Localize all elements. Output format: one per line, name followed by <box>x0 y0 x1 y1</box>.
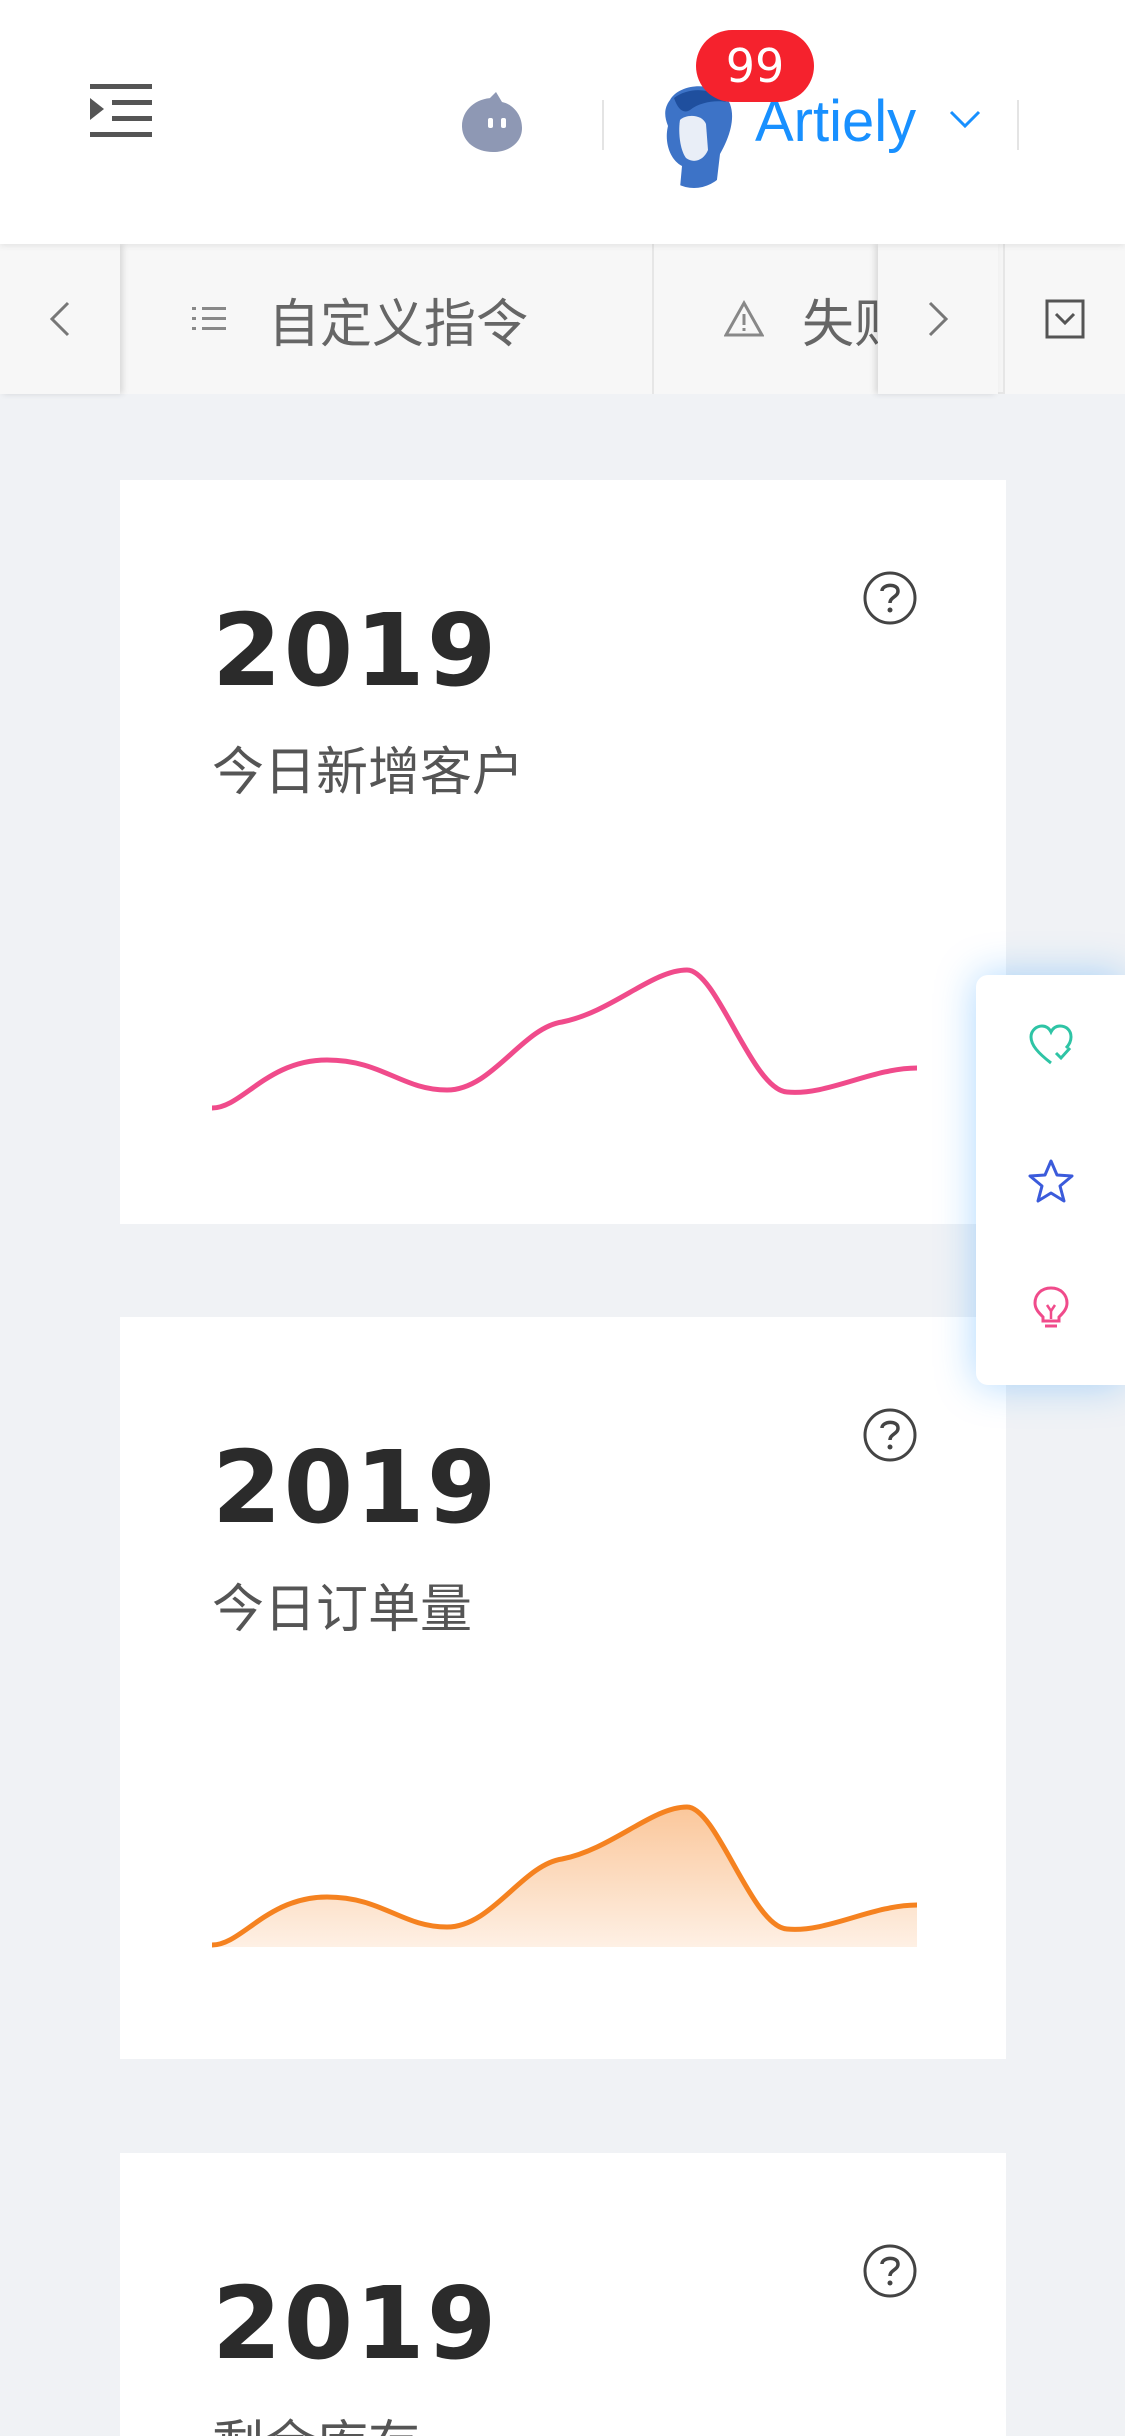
question-circle-icon[interactable] <box>862 1407 918 1463</box>
stat-value: 2019 <box>212 1429 499 1546</box>
floating-action-panel <box>976 975 1125 1385</box>
tabs-scroll-left-button[interactable] <box>0 244 120 394</box>
tab-custom-command[interactable]: 自定义指令 <box>120 244 654 394</box>
header-divider <box>602 100 604 150</box>
check-square-icon <box>1045 299 1085 339</box>
menu-unfold-icon[interactable] <box>88 78 160 150</box>
warning-icon <box>724 299 764 337</box>
area-sparkline-chart <box>212 1804 917 1948</box>
star-icon[interactable] <box>1028 1158 1074 1204</box>
stat-card-orders: 2019 今日订单量 <box>120 1317 1006 2059</box>
stat-value: 2019 <box>212 2265 499 2382</box>
stat-card-inventory: 2019 剩余库存 <box>120 2153 1006 2436</box>
top-header: 99 Artiely <box>0 0 1125 244</box>
header-divider <box>1017 100 1019 150</box>
sparkline-line <box>212 967 917 1111</box>
tabs-viewport: 自定义指令 失败 <box>120 244 878 394</box>
chevron-right-icon <box>928 301 949 337</box>
chevron-down-icon[interactable] <box>948 108 982 132</box>
tab-failure[interactable]: 失败 <box>654 244 878 394</box>
question-circle-icon[interactable] <box>862 2243 918 2299</box>
stat-label: 今日新增客户 <box>212 743 525 803</box>
tabs-scroll-right-button[interactable] <box>878 244 998 394</box>
stat-card-new-customers: 2019 今日新增客户 <box>120 480 1006 1224</box>
question-circle-icon[interactable] <box>862 570 918 626</box>
bot-icon[interactable] <box>458 90 528 160</box>
stat-label: 剩余库存 <box>212 2403 420 2436</box>
sparkline-chart <box>212 967 917 1111</box>
tab-label: 失败 <box>802 294 878 355</box>
unordered-list-icon <box>192 307 226 330</box>
stat-label: 今日订单量 <box>212 1580 473 1640</box>
chevron-left-icon <box>49 301 70 337</box>
tabs-bar: 自定义指令 失败 <box>0 244 1125 394</box>
notification-badge: 99 <box>696 30 814 102</box>
stat-value: 2019 <box>212 592 499 709</box>
bulb-icon[interactable] <box>1028 1285 1074 1331</box>
tab-label: 自定义指令 <box>268 294 529 355</box>
tabs-dropdown-button[interactable] <box>1003 244 1125 394</box>
heart-icon[interactable] <box>1028 1023 1074 1069</box>
